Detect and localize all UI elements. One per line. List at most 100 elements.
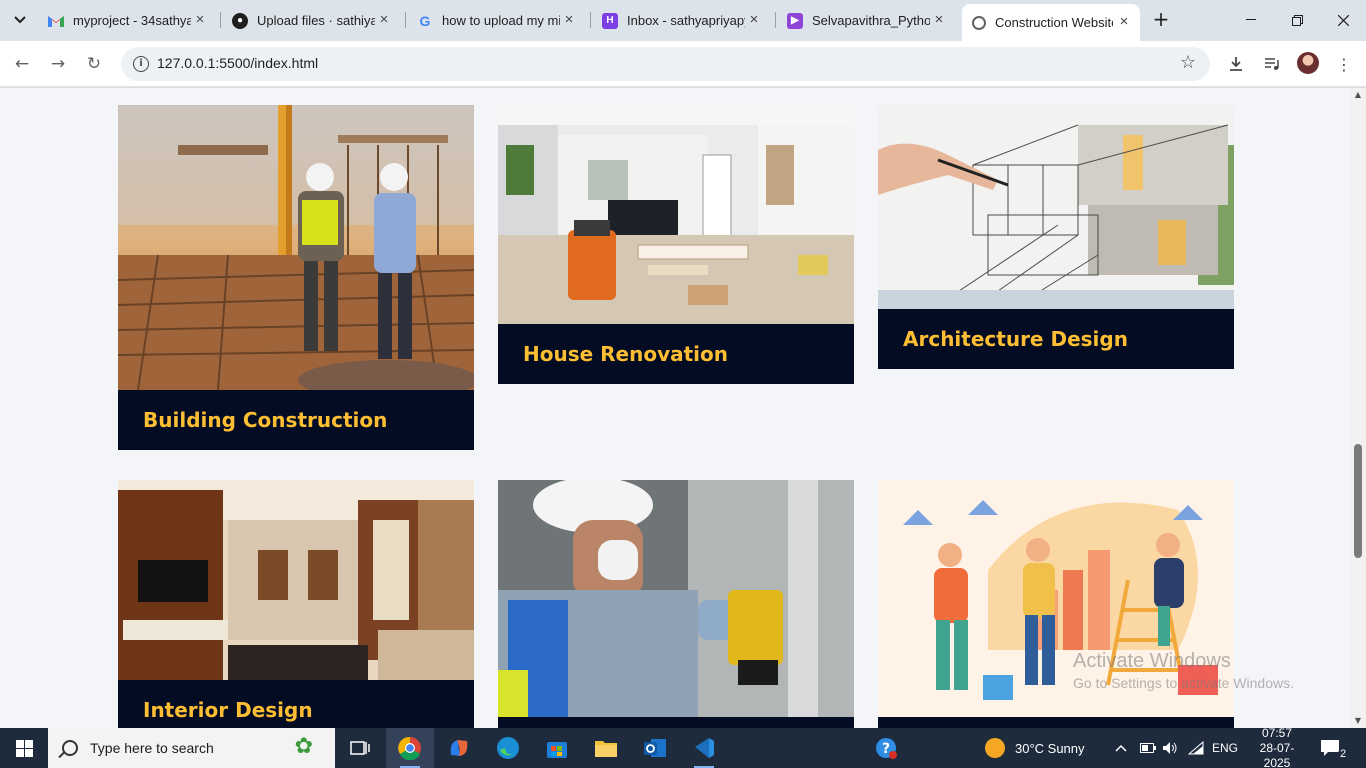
tab-divider bbox=[775, 12, 776, 28]
weather-widget[interactable]: 30°C Sunny bbox=[985, 728, 1085, 768]
address-bar[interactable]: i 127.0.0.1:5500/index.html ☆ bbox=[121, 47, 1210, 81]
edge-icon[interactable] bbox=[484, 728, 532, 768]
close-tab-icon[interactable]: × bbox=[746, 12, 762, 28]
tab-search-chevron-icon[interactable] bbox=[8, 8, 32, 32]
service-card-architecture-design[interactable]: Architecture Design bbox=[878, 105, 1234, 369]
service-card-house-renovation[interactable]: House Renovation bbox=[498, 105, 854, 384]
task-view-icon[interactable] bbox=[336, 728, 384, 768]
tab-google-search[interactable]: G how to upload my mi × bbox=[407, 6, 585, 35]
help-icon[interactable]: ? bbox=[862, 728, 910, 768]
url-text[interactable]: 127.0.0.1:5500/index.html bbox=[157, 55, 318, 71]
battery-icon[interactable] bbox=[1140, 728, 1156, 768]
close-tab-icon[interactable]: × bbox=[376, 12, 392, 28]
card-caption: Architecture Design bbox=[878, 309, 1234, 369]
card-title: House Renovation bbox=[523, 342, 729, 366]
tab-construction-website[interactable]: Construction Website × bbox=[962, 4, 1140, 41]
video-icon: ▶ bbox=[787, 12, 803, 29]
close-tab-icon[interactable]: × bbox=[931, 12, 947, 28]
github-icon: ● bbox=[232, 12, 248, 29]
taskbar-search-box[interactable]: Type here to search ✿ bbox=[48, 728, 335, 768]
minimize-icon[interactable] bbox=[1228, 0, 1274, 40]
page-scrollbar[interactable]: ▲ ▼ bbox=[1350, 88, 1366, 728]
outlook-icon[interactable] bbox=[631, 728, 679, 768]
forward-arrow-icon[interactable]: → bbox=[46, 52, 70, 76]
tab-strip: myproject - 34sathya × ● Upload files · … bbox=[0, 0, 1366, 41]
reload-icon[interactable]: ↻ bbox=[82, 52, 106, 76]
google-icon: G bbox=[419, 12, 431, 29]
chrome-taskbar-icon[interactable] bbox=[386, 728, 434, 768]
card-title: Interior Design bbox=[143, 698, 313, 722]
window-close-icon[interactable] bbox=[1320, 0, 1366, 40]
site-info-icon[interactable]: i bbox=[133, 56, 149, 72]
media-control-icon[interactable] bbox=[1259, 51, 1285, 77]
tab-gmail[interactable]: myproject - 34sathya × bbox=[38, 6, 216, 35]
show-hidden-icons-icon[interactable] bbox=[1115, 728, 1127, 768]
close-tab-icon[interactable]: × bbox=[1116, 14, 1132, 30]
network-icon[interactable] bbox=[1188, 728, 1204, 768]
tab-title: how to upload my mi bbox=[442, 13, 560, 28]
weather-text: 30°C Sunny bbox=[1015, 740, 1085, 756]
notification-center-icon[interactable]: 2 bbox=[1320, 728, 1352, 768]
renovation-room-photo bbox=[498, 105, 854, 324]
card-caption: House Renovation bbox=[498, 324, 854, 384]
tab-title: Construction Website bbox=[995, 15, 1113, 30]
more-menu-icon[interactable]: ⋮ bbox=[1331, 51, 1357, 77]
restore-icon[interactable] bbox=[1274, 0, 1320, 40]
worker-drilling-door-photo bbox=[498, 480, 854, 717]
clock-date: 28-07-2025 bbox=[1259, 740, 1295, 768]
watermark-subtitle: Go to Settings to activate Windows. bbox=[1073, 675, 1294, 691]
card-caption bbox=[498, 717, 854, 728]
svg-text:?: ? bbox=[882, 741, 890, 757]
tab-github[interactable]: ● Upload files · sathiyap × bbox=[222, 6, 400, 35]
language-indicator[interactable]: ENG bbox=[1212, 728, 1238, 768]
service-card-worker[interactable] bbox=[498, 480, 854, 728]
tab-divider bbox=[220, 12, 221, 28]
close-tab-icon[interactable]: × bbox=[561, 12, 577, 28]
notification-count: 2 bbox=[1338, 748, 1349, 760]
gmail-icon bbox=[48, 13, 64, 29]
browser-toolbar: ← → ↻ i 127.0.0.1:5500/index.html ☆ ⋮ bbox=[0, 41, 1366, 87]
volume-icon[interactable] bbox=[1162, 728, 1178, 768]
sun-icon bbox=[985, 738, 1005, 758]
clock-time: 07:57 bbox=[1261, 725, 1293, 740]
vscode-icon[interactable] bbox=[680, 728, 728, 768]
scrollbar-thumb[interactable] bbox=[1354, 444, 1362, 558]
mail-icon: H bbox=[602, 12, 618, 29]
profile-avatar[interactable] bbox=[1297, 52, 1319, 74]
language-text: ENG bbox=[1212, 741, 1239, 755]
microsoft-store-icon[interactable] bbox=[533, 728, 581, 768]
tab-title: Inbox - sathyapriyapy bbox=[627, 13, 745, 28]
download-icon[interactable] bbox=[1223, 51, 1249, 77]
scroll-down-icon[interactable]: ▼ bbox=[1350, 714, 1366, 728]
living-room-interior-photo bbox=[118, 480, 474, 680]
card-caption: Building Construction bbox=[118, 390, 474, 450]
tab-divider bbox=[590, 12, 591, 28]
tab-title: myproject - 34sathya bbox=[73, 13, 191, 28]
tab-divider bbox=[405, 12, 406, 28]
service-card-building-construction[interactable]: Building Construction bbox=[118, 105, 474, 450]
tab-title: Upload files · sathiyap bbox=[257, 13, 375, 28]
tab-inbox[interactable]: H Inbox - sathyapriyapy × bbox=[592, 6, 770, 35]
clock[interactable]: 07:57 28-07-2025 bbox=[1248, 725, 1306, 768]
tab-video[interactable]: ▶ Selvapavithra_Python × bbox=[777, 6, 955, 35]
activate-windows-watermark: Activate Windows Go to Settings to activ… bbox=[1073, 650, 1294, 691]
card-caption bbox=[878, 717, 1234, 728]
windows-start-icon[interactable] bbox=[0, 728, 48, 768]
service-card-interior-design[interactable]: Interior Design bbox=[118, 480, 474, 728]
architecture-sketch-photo bbox=[878, 105, 1234, 309]
file-explorer-icon[interactable] bbox=[582, 728, 630, 768]
scroll-up-icon[interactable]: ▲ bbox=[1350, 88, 1366, 102]
new-tab-plus-icon[interactable]: + bbox=[1150, 8, 1172, 30]
tab-title: Selvapavithra_Python bbox=[812, 13, 930, 28]
close-tab-icon[interactable]: × bbox=[192, 12, 208, 28]
search-placeholder: Type here to search bbox=[90, 740, 214, 756]
copilot-icon[interactable] bbox=[435, 728, 483, 768]
windows-taskbar: Type here to search ✿ ? 30°C Sunny ENG 0… bbox=[0, 725, 1366, 768]
page-viewport: Building Construction House Renovation A… bbox=[0, 88, 1350, 728]
card-title: Building Construction bbox=[143, 408, 388, 432]
bookmark-star-icon[interactable]: ☆ bbox=[1180, 52, 1196, 73]
card-caption: Interior Design bbox=[118, 680, 474, 728]
globe-icon bbox=[972, 15, 986, 30]
back-arrow-icon[interactable]: ← bbox=[10, 52, 34, 76]
card-title: Architecture Design bbox=[903, 327, 1128, 351]
